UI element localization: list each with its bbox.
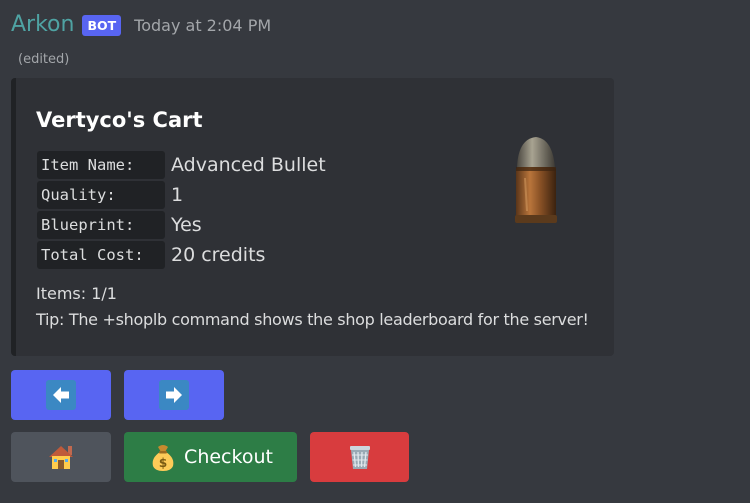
- field-value: 20 credits: [171, 244, 266, 266]
- field-total-cost: Total Cost: 20 credits: [37, 240, 265, 270]
- checkout-button[interactable]: $ Checkout: [124, 432, 297, 482]
- edited-label: (edited): [18, 52, 70, 67]
- field-item-name: Item Name: Advanced Bullet: [37, 150, 326, 180]
- previous-page-button[interactable]: [11, 370, 111, 420]
- field-blueprint: Blueprint: Yes: [37, 210, 202, 240]
- items-count: Items: 1/1: [36, 284, 117, 303]
- field-value: Advanced Bullet: [171, 154, 326, 176]
- tip-text: Tip: The +shoplb command shows the shop …: [36, 310, 589, 329]
- field-label: Total Cost:: [37, 241, 165, 269]
- message-timestamp: Today at 2:04 PM: [134, 15, 272, 35]
- bot-badge: BOT: [82, 14, 122, 36]
- field-quality: Quality: 1: [37, 180, 183, 210]
- left-arrow-icon: [46, 380, 76, 410]
- money-bag-icon: $: [152, 445, 174, 471]
- message-header: Arkon BOT Today at 2:04 PM: [11, 10, 271, 40]
- embed-title: Vertyco's Cart: [36, 108, 203, 132]
- cart-embed: Vertyco's Cart Item Name: Advanced Bulle…: [11, 78, 614, 356]
- bullet-icon[interactable]: [503, 133, 563, 228]
- field-value: 1: [171, 184, 184, 206]
- right-arrow-icon: [159, 380, 189, 410]
- svg-text:$: $: [159, 456, 167, 470]
- next-page-button[interactable]: [124, 370, 224, 420]
- wastebasket-icon: [349, 446, 370, 469]
- field-label: Quality:: [37, 181, 165, 209]
- delete-button[interactable]: [310, 432, 409, 482]
- field-label: Item Name:: [37, 151, 165, 179]
- author-name[interactable]: Arkon: [11, 11, 74, 39]
- house-icon: [49, 446, 73, 469]
- field-value: Yes: [171, 214, 202, 236]
- field-label: Blueprint:: [37, 211, 165, 239]
- checkout-label: Checkout: [184, 446, 273, 468]
- home-button[interactable]: [11, 432, 111, 482]
